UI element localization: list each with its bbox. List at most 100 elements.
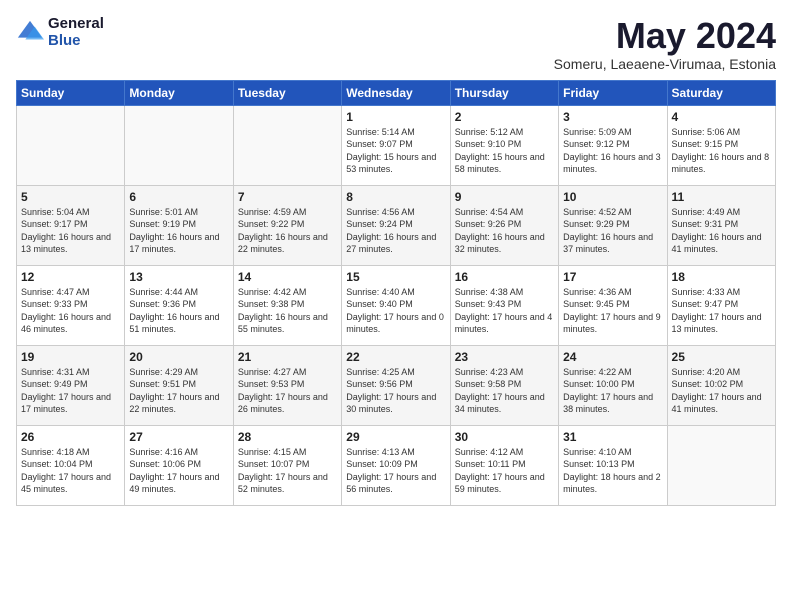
day-info: Sunrise: 4:22 AM Sunset: 10:00 PM Daylig… — [563, 366, 662, 416]
day-number: 4 — [672, 110, 771, 124]
calendar-cell-w4-d2: 20Sunrise: 4:29 AM Sunset: 9:51 PM Dayli… — [125, 345, 233, 425]
day-info: Sunrise: 4:29 AM Sunset: 9:51 PM Dayligh… — [129, 366, 228, 416]
calendar-week-4: 19 Sunrise: 4:31 AM Sunset: 9:49 PM Dayli… — [17, 345, 776, 425]
calendar-week-5: 26 Sunrise: 4:18 AM Sunset: 10:04 PM Dayl… — [17, 425, 776, 505]
logo-text: General Blue — [48, 16, 104, 49]
day-info: Sunrise: 4:25 AM Sunset: 9:56 PM Dayligh… — [346, 366, 445, 416]
day-number: 2 — [455, 110, 554, 124]
calendar-cell-w4-d6: 24Sunrise: 4:22 AM Sunset: 10:00 PM Dayl… — [559, 345, 667, 425]
calendar-cell-w1-d7: 4 Sunrise: 5:06 AM Sunset: 9:15 PM Daylig… — [667, 105, 775, 185]
header-saturday: Saturday — [667, 80, 775, 105]
calendar-cell-w4-d5: 23 Sunrise: 4:23 AM Sunset: 9:58 PM Dayli… — [450, 345, 558, 425]
calendar-cell-w1-d5: 2Sunrise: 5:12 AM Sunset: 9:10 PM Daylig… — [450, 105, 558, 185]
day-number: 27 — [129, 430, 228, 444]
day-number: 17 — [563, 270, 662, 284]
title-block: May 2024 Someru, Laeaene-Virumaa, Estoni… — [554, 16, 776, 72]
header: General Blue May 2024 Someru, Laeaene-Vi… — [16, 16, 776, 72]
calendar-cell-w5-d5: 30 Sunrise: 4:12 AM Sunset: 10:11 PM Dayl… — [450, 425, 558, 505]
day-number: 6 — [129, 190, 228, 204]
day-info: Sunrise: 4:23 AM Sunset: 9:58 PM Dayligh… — [455, 366, 554, 416]
day-info: Sunrise: 4:16 AM Sunset: 10:06 PM Daylig… — [129, 446, 228, 496]
day-number: 9 — [455, 190, 554, 204]
calendar-cell-w5-d4: 29 Sunrise: 4:13 AM Sunset: 10:09 PM Dayl… — [342, 425, 450, 505]
day-info: Sunrise: 4:18 AM Sunset: 10:04 PM Daylig… — [21, 446, 120, 496]
day-number: 15 — [346, 270, 445, 284]
calendar-header-row: Sunday Monday Tuesday Wednesday Thursday… — [17, 80, 776, 105]
calendar-cell-w1-d1 — [17, 105, 125, 185]
logo-icon — [16, 19, 44, 47]
day-number: 1 — [346, 110, 445, 124]
calendar-cell-w4-d7: 25 Sunrise: 4:20 AM Sunset: 10:02 PM Dayl… — [667, 345, 775, 425]
month-year-title: May 2024 — [554, 16, 776, 56]
header-friday: Friday — [559, 80, 667, 105]
calendar-cell-w3-d4: 15Sunrise: 4:40 AM Sunset: 9:40 PM Dayli… — [342, 265, 450, 345]
calendar-week-2: 5 Sunrise: 5:04 AM Sunset: 9:17 PM Daylig… — [17, 185, 776, 265]
logo: General Blue — [16, 16, 104, 49]
calendar-cell-w3-d5: 16Sunrise: 4:38 AM Sunset: 9:43 PM Dayli… — [450, 265, 558, 345]
calendar-week-3: 12 Sunrise: 4:47 AM Sunset: 9:33 PM Dayli… — [17, 265, 776, 345]
day-number: 14 — [238, 270, 337, 284]
calendar-cell-w4-d1: 19 Sunrise: 4:31 AM Sunset: 9:49 PM Dayli… — [17, 345, 125, 425]
day-number: 25 — [672, 350, 771, 364]
day-number: 30 — [455, 430, 554, 444]
header-thursday: Thursday — [450, 80, 558, 105]
day-number: 31 — [563, 430, 662, 444]
header-monday: Monday — [125, 80, 233, 105]
day-number: 21 — [238, 350, 337, 364]
day-number: 18 — [672, 270, 771, 284]
logo-blue-label: Blue — [48, 33, 104, 50]
day-number: 3 — [563, 110, 662, 124]
calendar-cell-w3-d7: 18Sunrise: 4:33 AM Sunset: 9:47 PM Dayli… — [667, 265, 775, 345]
calendar-cell-w2-d3: 7 Sunrise: 4:59 AM Sunset: 9:22 PM Daylig… — [233, 185, 341, 265]
day-number: 19 — [21, 350, 120, 364]
logo-general-label: General — [48, 16, 104, 33]
calendar-cell-w2-d7: 11Sunrise: 4:49 AM Sunset: 9:31 PM Dayli… — [667, 185, 775, 265]
calendar-cell-w1-d2 — [125, 105, 233, 185]
day-number: 11 — [672, 190, 771, 204]
day-info: Sunrise: 4:10 AM Sunset: 10:13 PM Daylig… — [563, 446, 662, 496]
calendar-cell-w2-d1: 5 Sunrise: 5:04 AM Sunset: 9:17 PM Daylig… — [17, 185, 125, 265]
day-info: Sunrise: 4:15 AM Sunset: 10:07 PM Daylig… — [238, 446, 337, 496]
day-number: 7 — [238, 190, 337, 204]
day-number: 13 — [129, 270, 228, 284]
calendar-week-1: 1Sunrise: 5:14 AM Sunset: 9:07 PM Daylig… — [17, 105, 776, 185]
day-info: Sunrise: 4:52 AM Sunset: 9:29 PM Dayligh… — [563, 206, 662, 256]
calendar-cell-w1-d4: 1Sunrise: 5:14 AM Sunset: 9:07 PM Daylig… — [342, 105, 450, 185]
day-number: 28 — [238, 430, 337, 444]
day-info: Sunrise: 5:04 AM Sunset: 9:17 PM Dayligh… — [21, 206, 120, 256]
calendar-cell-w2-d5: 9Sunrise: 4:54 AM Sunset: 9:26 PM Daylig… — [450, 185, 558, 265]
day-info: Sunrise: 4:56 AM Sunset: 9:24 PM Dayligh… — [346, 206, 445, 256]
calendar-cell-w5-d6: 31 Sunrise: 4:10 AM Sunset: 10:13 PM Dayl… — [559, 425, 667, 505]
day-number: 29 — [346, 430, 445, 444]
day-info: Sunrise: 4:20 AM Sunset: 10:02 PM Daylig… — [672, 366, 771, 416]
day-info: Sunrise: 5:09 AM Sunset: 9:12 PM Dayligh… — [563, 126, 662, 176]
calendar-cell-w5-d1: 26 Sunrise: 4:18 AM Sunset: 10:04 PM Dayl… — [17, 425, 125, 505]
day-number: 26 — [21, 430, 120, 444]
day-info: Sunrise: 4:38 AM Sunset: 9:43 PM Dayligh… — [455, 286, 554, 336]
day-info: Sunrise: 4:13 AM Sunset: 10:09 PM Daylig… — [346, 446, 445, 496]
calendar-cell-w5-d3: 28 Sunrise: 4:15 AM Sunset: 10:07 PM Dayl… — [233, 425, 341, 505]
day-info: Sunrise: 4:47 AM Sunset: 9:33 PM Dayligh… — [21, 286, 120, 336]
calendar-cell-w5-d7 — [667, 425, 775, 505]
day-number: 5 — [21, 190, 120, 204]
day-info: Sunrise: 5:06 AM Sunset: 9:15 PM Dayligh… — [672, 126, 771, 176]
day-info: Sunrise: 4:12 AM Sunset: 10:11 PM Daylig… — [455, 446, 554, 496]
day-number: 23 — [455, 350, 554, 364]
day-info: Sunrise: 4:44 AM Sunset: 9:36 PM Dayligh… — [129, 286, 228, 336]
day-number: 12 — [21, 270, 120, 284]
calendar-cell-w3-d6: 17 Sunrise: 4:36 AM Sunset: 9:45 PM Dayli… — [559, 265, 667, 345]
calendar-cell-w1-d3 — [233, 105, 341, 185]
day-number: 8 — [346, 190, 445, 204]
header-tuesday: Tuesday — [233, 80, 341, 105]
calendar-cell-w2-d6: 10Sunrise: 4:52 AM Sunset: 9:29 PM Dayli… — [559, 185, 667, 265]
calendar-cell-w3-d3: 14Sunrise: 4:42 AM Sunset: 9:38 PM Dayli… — [233, 265, 341, 345]
day-info: Sunrise: 4:59 AM Sunset: 9:22 PM Dayligh… — [238, 206, 337, 256]
calendar-cell-w4-d4: 22 Sunrise: 4:25 AM Sunset: 9:56 PM Dayli… — [342, 345, 450, 425]
day-info: Sunrise: 4:36 AM Sunset: 9:45 PM Dayligh… — [563, 286, 662, 336]
calendar-table: Sunday Monday Tuesday Wednesday Thursday… — [16, 80, 776, 506]
day-number: 22 — [346, 350, 445, 364]
day-info: Sunrise: 4:31 AM Sunset: 9:49 PM Dayligh… — [21, 366, 120, 416]
calendar-cell-w5-d2: 27 Sunrise: 4:16 AM Sunset: 10:06 PM Dayl… — [125, 425, 233, 505]
day-info: Sunrise: 4:27 AM Sunset: 9:53 PM Dayligh… — [238, 366, 337, 416]
calendar-cell-w3-d2: 13 Sunrise: 4:44 AM Sunset: 9:36 PM Dayli… — [125, 265, 233, 345]
